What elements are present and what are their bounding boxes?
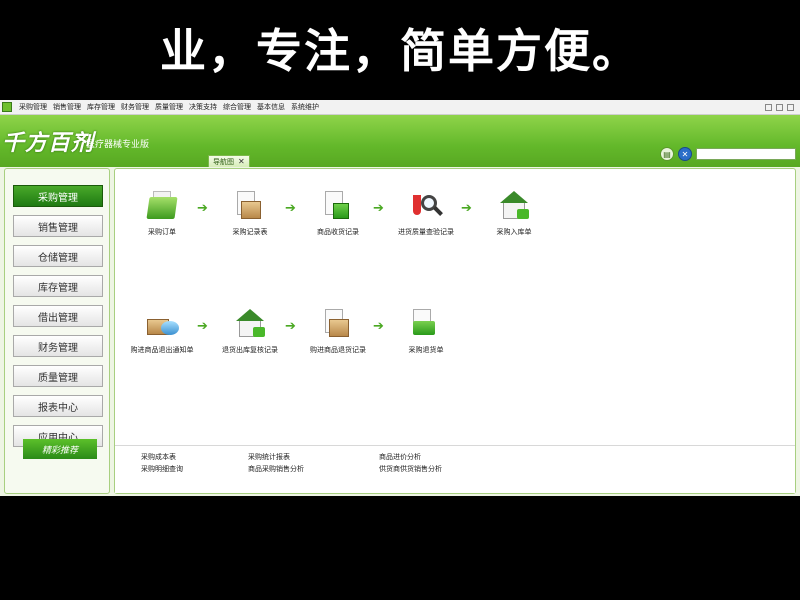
sidebar-item-warehouse[interactable]: 仓储管理 [13,245,103,267]
menu-bar: 采购管理 销售管理 库存管理 财务管理 质量管理 决策支持 综合管理 基本信息 … [0,100,800,115]
folder-icon [145,191,179,221]
menu-item-inventory[interactable]: 库存管理 [84,102,118,112]
sidebar-item-finance[interactable]: 财务管理 [13,335,103,357]
maximize-icon[interactable] [776,103,783,111]
search-input[interactable] [696,148,796,160]
report-link[interactable]: 商品采购销售分析 [248,464,304,474]
sidebar-item-inventory[interactable]: 库存管理 [13,275,103,297]
inspection-icon [409,191,443,221]
sidebar: 采购管理 销售管理 仓储管理 库存管理 借出管理 财务管理 质量管理 报表中心 应用中心 精彩推荐 [4,168,110,494]
page-caption: 业，专注，简单方便。 [160,24,640,78]
menu-item-quality[interactable]: 质量管理 [152,102,186,112]
minimize-icon[interactable] [765,103,772,111]
tab-navigation-map[interactable]: 导航图 ✕ [208,155,250,167]
flow-item-label: 购进商品退出通知单 [130,346,194,354]
flow-item[interactable]: 进货质量查验记录 [383,191,469,237]
calculator-icon[interactable]: ▤ [660,147,674,161]
tab-label: 导航图 [213,157,234,166]
report-links: 采购成本表采购明细查询 采购统计报表商品采购销售分析 商品进价分析供货商供货销售分析 [115,445,795,493]
sidebar-item-reports[interactable]: 报表中心 [13,395,103,417]
flow-item[interactable]: 退货出库复核记录 [207,309,293,355]
menu-item-system[interactable]: 系统维护 [288,102,322,112]
receive-goods-icon [321,191,355,221]
flow-item[interactable]: 采购记录表 [207,191,293,237]
sidebar-item-sales[interactable]: 销售管理 [13,215,103,237]
app-header: 千方百剂 医疗器械专业版 导航图 ✕ ▤ ✕ [0,115,800,167]
return-record-icon [321,309,355,339]
close-circle-icon[interactable]: ✕ [678,147,692,161]
window-controls [765,103,800,111]
flow-item-label: 退货出库复核记录 [222,346,278,354]
menu-item-general[interactable]: 综合管理 [220,102,254,112]
app-icon [2,102,12,112]
report-link[interactable]: 供货商供货销售分析 [379,464,442,474]
sidebar-item-purchase[interactable]: 采购管理 [13,185,103,207]
flow-item-label: 购进商品退货记录 [310,346,366,354]
flow-item-label: 商品收货记录 [317,228,359,236]
menu-item-basic-info[interactable]: 基本信息 [254,102,288,112]
flow-item[interactable]: 购进商品退货记录 [295,309,381,355]
flow-item[interactable]: 商品收货记录 [295,191,381,237]
flow-item[interactable]: 购进商品退出通知单 [119,309,205,355]
flow-item-label: 采购入库单 [496,228,532,236]
edition-label: 医疗器械专业版 [86,140,150,150]
report-link[interactable]: 采购明细查询 [141,464,183,474]
flow-item[interactable]: 采购入库单 [471,191,557,237]
return-notice-icon [145,309,179,339]
logo: 千方百剂 [2,131,95,156]
report-link[interactable]: 商品进价分析 [379,452,421,462]
flow-item-label: 采购订单 [148,228,176,236]
report-link[interactable]: 采购统计报表 [248,452,290,462]
warehouse-in-icon [497,191,531,221]
report-link[interactable]: 采购成本表 [141,452,176,462]
menu-item-purchase[interactable]: 采购管理 [16,102,50,112]
flow-item-label: 进货质量查验记录 [398,228,454,236]
tab-close-icon[interactable]: ✕ [238,157,245,166]
menu-item-decision[interactable]: 决策支持 [186,102,220,112]
return-order-icon [409,309,443,339]
header-tools: ▤ ✕ [660,147,796,161]
flow-item-label: 采购记录表 [232,228,268,236]
promo-banner[interactable]: 精彩推荐 [23,439,97,459]
menu-item-finance[interactable]: 财务管理 [118,102,152,112]
close-icon[interactable] [787,103,794,111]
sidebar-item-quality[interactable]: 质量管理 [13,365,103,387]
navigation-map: 采购成本表采购明细查询 采购统计报表商品采购销售分析 商品进价分析供货商供货销售分析… [114,168,796,494]
flow-item[interactable]: 采购退货单 [383,309,469,355]
return-review-icon [233,309,267,339]
app-window: 采购管理 销售管理 库存管理 财务管理 质量管理 决策支持 综合管理 基本信息 … [0,100,800,496]
flow-item[interactable]: 采购订单 [119,191,205,237]
flow-item-label: 采购退货单 [408,346,444,354]
document-box-icon [233,191,267,221]
sidebar-item-lending[interactable]: 借出管理 [13,305,103,327]
menu-item-sales[interactable]: 销售管理 [50,102,84,112]
